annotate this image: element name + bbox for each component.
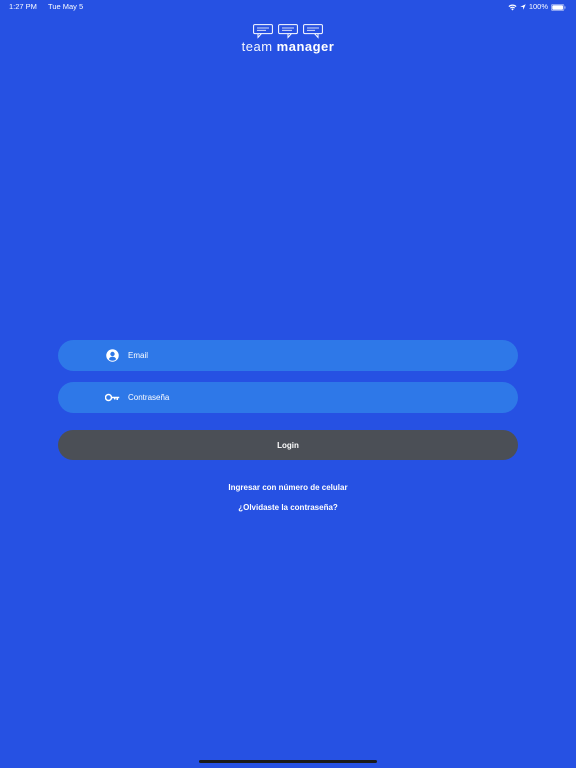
status-left: 1:27 PM Tue May 5 [9, 0, 83, 14]
battery-percent: 100% [528, 2, 548, 11]
status-date: Tue May 5 [48, 2, 84, 11]
email-input[interactable] [128, 340, 498, 371]
logo-text: team manager [0, 40, 576, 54]
logo-text-manager: manager [276, 39, 335, 54]
phone-login-link[interactable]: Ingresar con número de celular [0, 483, 576, 492]
password-input[interactable] [128, 382, 498, 413]
team-manager-logo: team manager [0, 24, 576, 54]
location-icon [520, 4, 526, 10]
status-bar: 1:27 PM Tue May 5 100% [0, 0, 576, 14]
status-right: 100% [508, 0, 566, 14]
email-field-container[interactable] [58, 340, 518, 371]
home-indicator[interactable] [199, 760, 377, 763]
battery-icon [551, 3, 566, 11]
user-circle-icon [105, 348, 120, 363]
login-button[interactable]: Login [58, 430, 518, 460]
logo-text-team: team [241, 39, 273, 54]
chat-bubbles-icon [0, 24, 576, 39]
wifi-icon [508, 4, 517, 11]
forgot-password-link[interactable]: ¿Olvidaste la contraseña? [0, 503, 576, 512]
key-icon [105, 390, 120, 405]
status-time: 1:27 PM [9, 2, 37, 11]
password-field-container[interactable] [58, 382, 518, 413]
